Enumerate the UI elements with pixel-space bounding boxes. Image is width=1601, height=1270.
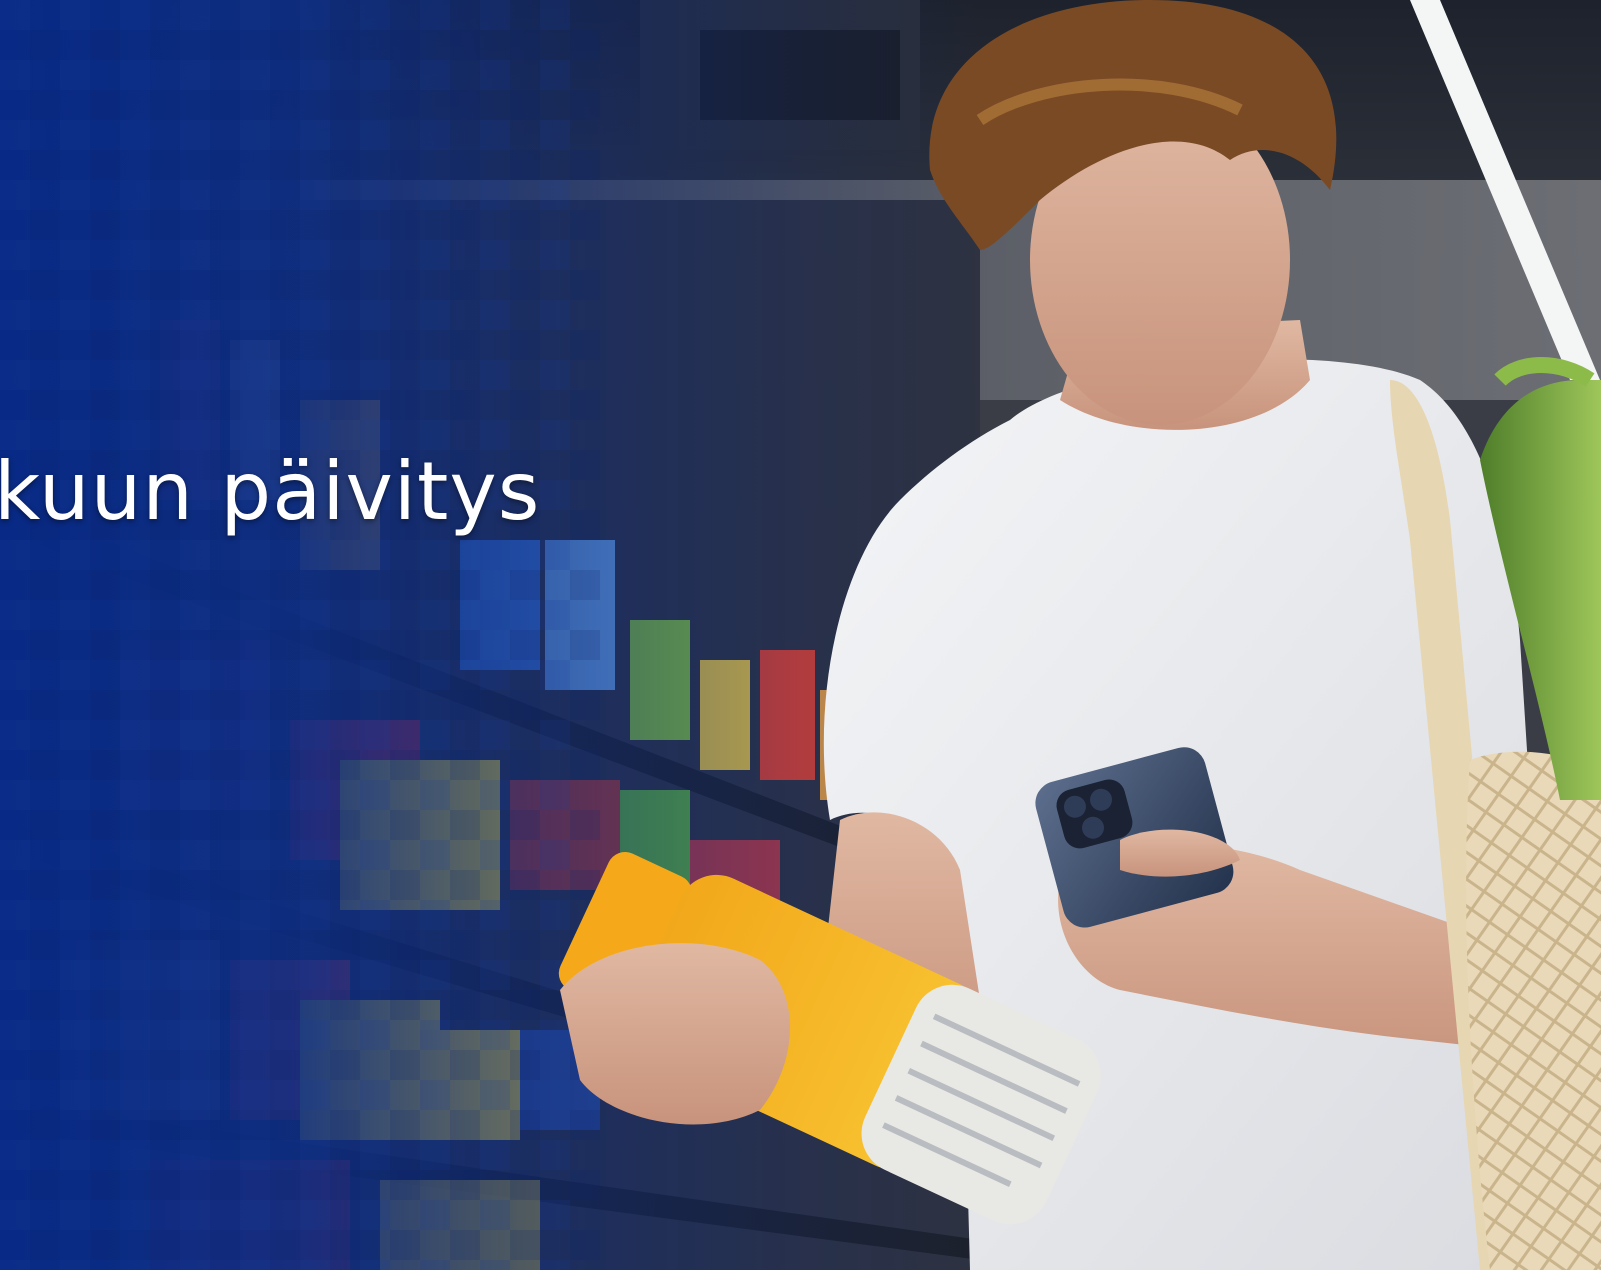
slide-title: kuun päivitys	[0, 445, 541, 538]
slide: kuun päivitys	[0, 0, 1601, 1270]
mesh-bag	[1466, 751, 1601, 1270]
photo-background	[0, 0, 1601, 1270]
